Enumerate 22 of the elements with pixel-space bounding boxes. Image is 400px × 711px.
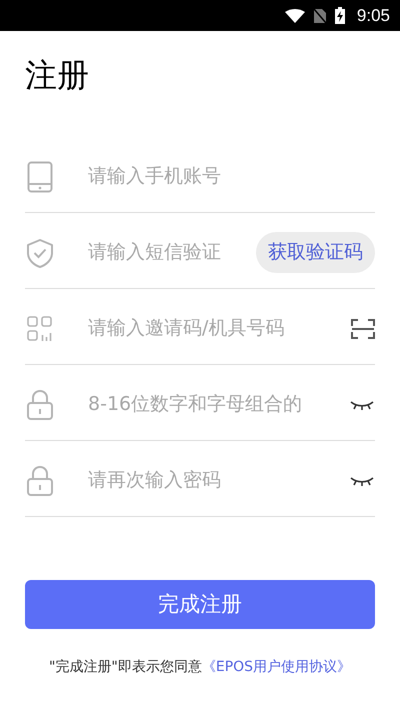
page-title: 注册: [25, 55, 89, 96]
input-field[interactable]: 请输入手机账号: [88, 162, 375, 191]
no-sim-icon: [312, 8, 327, 24]
input-field[interactable]: 请输入短信验证: [88, 238, 256, 267]
battery-charging-icon: [334, 7, 345, 24]
scan-icon[interactable]: [351, 318, 375, 340]
closed-eye-icon[interactable]: [349, 398, 375, 410]
closed-eye-icon[interactable]: [349, 474, 375, 486]
wifi-icon: [284, 8, 305, 22]
input-field[interactable]: 请再次输入密码: [88, 466, 349, 495]
lock-icon: [26, 464, 54, 496]
clock: 9:05: [356, 4, 390, 27]
lock-icon: [26, 388, 54, 420]
shield-check-icon: [26, 238, 54, 268]
qr-code-icon: [27, 316, 53, 342]
agreement-text: "完成注册"即表示您同意《EPOS用户使用协议》: [48, 658, 352, 677]
input-field[interactable]: 请输入邀请码/机具号码: [88, 314, 351, 343]
input-field[interactable]: 8-16位数字和字母组合的: [88, 390, 349, 419]
submit-button[interactable]: 完成注册: [25, 580, 375, 629]
phone-icon: [27, 160, 53, 192]
get-code-button[interactable]: 获取验证码: [256, 232, 375, 273]
agreement-link[interactable]: 《EPOS用户使用协议》: [202, 659, 352, 675]
